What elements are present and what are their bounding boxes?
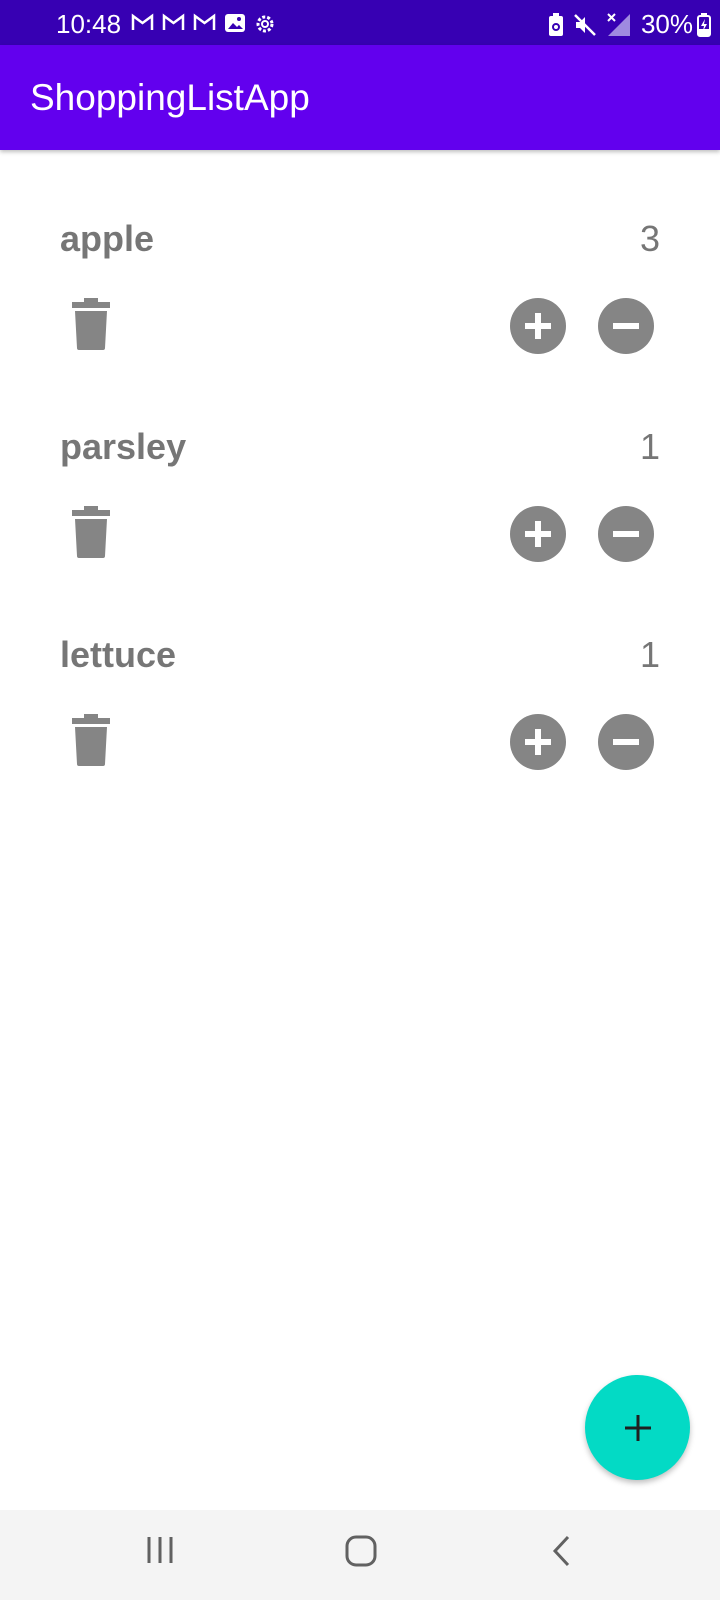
home-button[interactable] — [345, 1535, 377, 1570]
increase-button[interactable] — [510, 298, 566, 354]
add-circle-icon — [510, 298, 566, 354]
decrease-button[interactable] — [598, 506, 654, 562]
mute-icon — [574, 13, 596, 36]
item-quantity: 1 — [639, 426, 660, 467]
system-status-icons: 30% — [548, 9, 720, 40]
delete-icon — [72, 714, 110, 766]
item-quantity: 1 — [639, 634, 660, 675]
add-circle-icon — [510, 506, 566, 562]
battery-percent: 30% — [640, 9, 693, 39]
plus-icon — [624, 1414, 651, 1441]
battery-charging-icon — [697, 12, 711, 37]
list-item: apple 3 — [0, 150, 720, 358]
no-signal-icon — [607, 12, 630, 36]
recents-icon — [147, 1537, 173, 1563]
gmail-icon — [193, 13, 216, 30]
increase-button[interactable] — [510, 714, 566, 770]
increase-button[interactable] — [510, 506, 566, 562]
remove-circle-icon — [598, 298, 654, 354]
list-item: lettuce 1 — [0, 566, 720, 774]
remove-circle-icon — [598, 714, 654, 770]
decrease-button[interactable] — [598, 714, 654, 770]
delete-icon — [72, 298, 110, 350]
item-quantity: 3 — [639, 218, 660, 259]
status-time: 10:48 — [56, 9, 122, 39]
back-button[interactable] — [550, 1535, 574, 1570]
back-icon — [552, 1535, 570, 1567]
item-name: parsley — [60, 426, 187, 467]
decrease-button[interactable] — [598, 298, 654, 354]
remove-circle-icon — [598, 506, 654, 562]
add-item-fab[interactable] — [585, 1375, 690, 1480]
delete-button[interactable] — [72, 506, 110, 558]
app-title: ShoppingListApp — [30, 77, 310, 118]
settings-gear-icon — [256, 15, 274, 33]
delete-button[interactable] — [72, 714, 110, 766]
home-icon — [345, 1535, 377, 1567]
notification-icons — [131, 13, 276, 35]
delete-button[interactable] — [72, 298, 110, 350]
status-bar: 10:48 30% — [0, 0, 720, 45]
delete-icon — [72, 506, 110, 558]
gmail-icon — [162, 13, 185, 30]
add-circle-icon — [510, 714, 566, 770]
recents-button[interactable] — [145, 1535, 175, 1568]
system-nav-bar — [0, 1510, 720, 1600]
gallery-icon — [225, 14, 245, 32]
item-name: lettuce — [60, 634, 177, 675]
item-name: apple — [60, 218, 155, 259]
app-bar: ShoppingListApp — [0, 45, 720, 150]
battery-saver-icon — [548, 12, 563, 36]
gmail-icon — [131, 13, 154, 30]
list-item: parsley 1 — [0, 358, 720, 566]
